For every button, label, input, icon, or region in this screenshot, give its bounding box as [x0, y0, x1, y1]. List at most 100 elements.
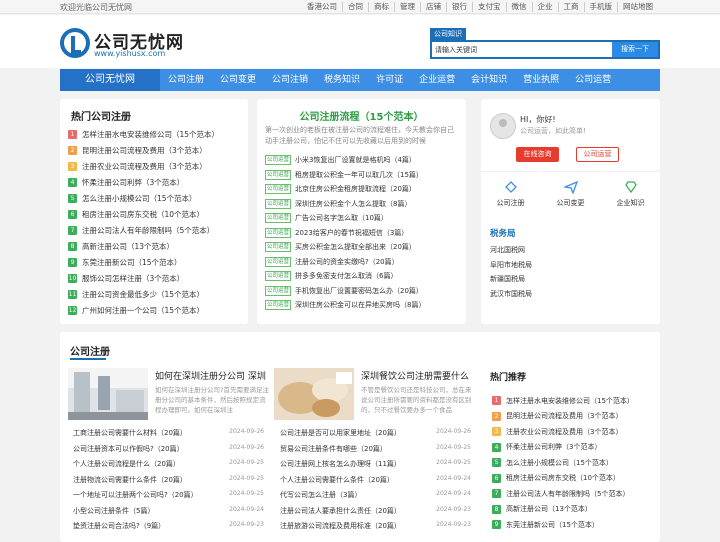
tax-link[interactable]: 新疆国税局 — [490, 274, 532, 289]
list-item[interactable]: 12 广州如何注册一个公司（15个范本） — [68, 302, 243, 318]
list-item[interactable]: 公司运营 深圳住房公积金可以在异地买房吗（8篇） — [265, 298, 461, 313]
search-button[interactable]: 搜索一下 — [612, 42, 658, 57]
news-list-right: 公司注册是否可以用家里地址（20篇） 2024-09-26 贸易公司注册条件有哪些（… — [280, 428, 471, 537]
list-item[interactable]: 公司运营 深圳住房公积金个人怎么提取（8篇） — [265, 197, 461, 212]
news-item[interactable]: 代写公司怎么注册（3篇） 2024-09-24 — [280, 490, 471, 506]
list-item[interactable]: 公司运营 手机恢复出厂设置要密码怎么办（20篇） — [265, 284, 461, 299]
tax-link[interactable]: 河北国税网 — [490, 245, 532, 260]
list-item[interactable]: 8 高新注册公司（13个范本） — [492, 502, 652, 518]
list-item[interactable]: 1 怎样注册水电安装维修公司（15个范本） — [492, 393, 652, 409]
featured-article-1[interactable]: 如何在深圳注册分公司 深圳 如何在深圳注册分公司?首先需要满足注册分公司的基本条… — [68, 368, 270, 420]
news-item[interactable]: 小型公司注册条件（5篇） 2024-09-24 — [73, 506, 264, 522]
item-title: 怀柔注册公司利弊（3个范本） — [82, 177, 185, 187]
nav-brand[interactable]: 公司无忧网 — [60, 69, 160, 91]
news-item[interactable]: 注册旅游公司流程及费用标准（20篇） 2024-09-23 — [280, 521, 471, 537]
nav-item[interactable]: 公司注册 — [160, 69, 212, 91]
top-link[interactable]: 网站地图 — [617, 2, 658, 12]
list-item[interactable]: 3 注册农业公司流程及费用（3个范本） — [492, 424, 652, 440]
list-item[interactable]: 公司运营 注册公司的资金实缴吗?（20篇） — [265, 255, 461, 270]
top-link[interactable]: 企业 — [531, 2, 558, 12]
top-links: 香港公司 合同 商标 管理 店铺 银行 支付宝 微信 企业 工商 手机版 网站地图 — [302, 2, 658, 12]
news-title: 工商注册公司需要什么材料（20篇） — [73, 429, 187, 437]
online-consult-button[interactable]: 在线咨询 — [516, 147, 559, 162]
nav-item[interactable]: 公司变更 — [212, 69, 264, 91]
top-link[interactable]: 银行 — [446, 2, 472, 12]
nav-item[interactable]: 营业执照 — [515, 69, 567, 91]
list-item[interactable]: 公司运营 租房提取公积金一年可以取几次（15篇） — [265, 168, 461, 183]
top-link[interactable]: 香港公司 — [302, 2, 342, 12]
search-category-tab[interactable]: 公司知识 — [430, 28, 466, 40]
news-item[interactable]: 公司注册是否可以用家里地址（20篇） 2024-09-26 — [280, 428, 471, 444]
nav-item[interactable]: 企业运营 — [411, 69, 463, 91]
list-item[interactable]: 公司运营 买房公积金怎么提取全部出来（20篇） — [265, 240, 461, 255]
news-title: 代写公司怎么注册（3篇） — [280, 491, 362, 499]
process-title[interactable]: 公司注册流程（15个范本） — [257, 108, 466, 123]
site-logo[interactable]: 公司无忧网 www.yishusx.com — [60, 28, 200, 62]
top-link[interactable]: 合同 — [342, 2, 368, 12]
company-ops-button[interactable]: 公司运营 — [576, 147, 619, 162]
news-item[interactable]: 垫资注册公司合法吗?（9篇） 2024-09-23 — [73, 521, 264, 537]
list-item[interactable]: 6 租房注册公司房东交税（10个范本） — [68, 206, 243, 222]
top-link[interactable]: 微信 — [505, 2, 532, 12]
news-item[interactable]: 个人注册公司需要什么条件（20篇） 2024-09-24 — [280, 475, 471, 491]
list-item[interactable]: 1 怎样注册水电安装维修公司（15个范本） — [68, 126, 243, 142]
office-thumbnail — [68, 368, 148, 420]
nav-item[interactable]: 公司注销 — [264, 69, 316, 91]
list-item[interactable]: 6 租房注册公司房东交税（10个范本） — [492, 471, 652, 487]
list-item[interactable]: 3 注册农业公司流程及费用（3个范本） — [68, 158, 243, 174]
nav-item[interactable]: 会计知识 — [463, 69, 515, 91]
list-item[interactable]: 公司运营 北京住房公积金租房提取流程（20篇） — [265, 182, 461, 197]
news-item[interactable]: 公司注册资本可以作假吗?（20篇） 2024-09-26 — [73, 444, 264, 460]
news-title: 个人注册公司流程是什么（20篇） — [73, 460, 180, 468]
list-item[interactable]: 7 注册公司法人有年龄限制吗（5个范本） — [68, 222, 243, 238]
news-item[interactable]: 工商注册公司需要什么材料（20篇） 2024-09-26 — [73, 428, 264, 444]
rank-number: 5 — [492, 458, 501, 468]
list-item[interactable]: 5 怎么注册小规模公司（15个范本） — [68, 190, 243, 206]
list-item[interactable]: 8 高新注册公司（13个范本） — [68, 238, 243, 254]
top-link[interactable]: 管理 — [394, 2, 420, 12]
list-item[interactable]: 7 注册公司法人有年龄限制吗（5个范本） — [492, 486, 652, 502]
list-item[interactable]: 5 怎么注册小规模公司（15个范本） — [492, 455, 652, 471]
featured-article-2[interactable]: 深圳餐饮公司注册需要什么 不管是餐饮公司还是科技公司，总在来说公司注册所需要的资… — [274, 368, 474, 420]
tax-link[interactable]: 武汉市国税局 — [490, 289, 532, 304]
hot-registration-title: 热门公司注册 — [71, 112, 131, 123]
nav-item[interactable]: 许可证 — [368, 69, 411, 91]
nav-item[interactable]: 税务知识 — [316, 69, 368, 91]
list-item[interactable]: 9 东莞注册新公司（15个范本） — [68, 254, 243, 270]
process-list: 公司运营 小米3恢复出厂设置就是格机吗（4篇） 公司运营 租房提取公积金一年可以取几次… — [265, 153, 461, 313]
service-company-change[interactable]: 公司变更 — [541, 171, 600, 217]
news-item[interactable]: 一个地址可以注册两个公司吗?（20篇） 2024-09-25 — [73, 490, 264, 506]
list-item[interactable]: 公司运营 拼多多免密支付怎么取消（6篇） — [265, 269, 461, 284]
featured-title: 深圳餐饮公司注册需要什么 — [361, 372, 470, 382]
top-link[interactable]: 手机版 — [583, 2, 618, 12]
search-input[interactable] — [432, 42, 613, 57]
news-date: 2024-09-25 — [229, 474, 264, 482]
rank-number: 3 — [68, 161, 77, 171]
list-item[interactable]: 公司运营 广告公司名字怎么取（10篇） — [265, 211, 461, 226]
news-item[interactable]: 贸易公司注册条件有哪些（20篇） 2024-09-25 — [280, 444, 471, 460]
list-item[interactable]: 4 怀柔注册公司利弊（3个范本） — [492, 440, 652, 456]
list-item[interactable]: 4 怀柔注册公司利弊（3个范本） — [68, 174, 243, 190]
tax-link[interactable]: 阜阳市地税局 — [490, 260, 532, 275]
item-title: 小米3恢复出厂设置就是格机吗（4篇） — [295, 156, 416, 165]
news-item[interactable]: 个人注册公司流程是什么（20篇） 2024-09-25 — [73, 459, 264, 475]
list-item[interactable]: 9 东莞注册新公司（15个范本） — [492, 517, 652, 533]
top-link[interactable]: 店铺 — [420, 2, 446, 12]
news-item[interactable]: 公司注册网上核名怎么办理呀（11篇） 2024-09-25 — [280, 459, 471, 475]
list-item[interactable]: 公司运营 2023给客户的春节祝福短信（3篇） — [265, 226, 461, 241]
greeting: HI，你好! — [520, 115, 556, 124]
service-business-knowledge[interactable]: 企业知识 — [601, 171, 660, 217]
top-link[interactable]: 商标 — [368, 2, 394, 12]
service-company-registration[interactable]: 公司注册 — [481, 171, 540, 217]
news-item[interactable]: 注册物流公司需要什么条件（20篇） 2024-09-25 — [73, 475, 264, 491]
news-item[interactable]: 注册公司法人要承担什么责任（20篇） 2024-09-23 — [280, 506, 471, 522]
list-item[interactable]: 10 服饰公司怎样注册（3个范本） — [68, 270, 243, 286]
list-item[interactable]: 2 昆明注册公司流程及费用（3个范本） — [492, 409, 652, 425]
nav-item[interactable]: 公司运营 — [567, 69, 619, 91]
list-item[interactable]: 2 昆明注册公司流程及费用（3个范本） — [68, 142, 243, 158]
list-item[interactable]: 公司运营 小米3恢复出厂设置就是格机吗（4篇） — [265, 153, 461, 168]
top-link[interactable]: 支付宝 — [472, 2, 506, 12]
top-link[interactable]: 工商 — [557, 2, 584, 12]
list-item[interactable]: 11 注册公司资金最低多少（15个范本） — [68, 286, 243, 302]
news-title: 注册物流公司需要什么条件（20篇） — [73, 475, 187, 484]
